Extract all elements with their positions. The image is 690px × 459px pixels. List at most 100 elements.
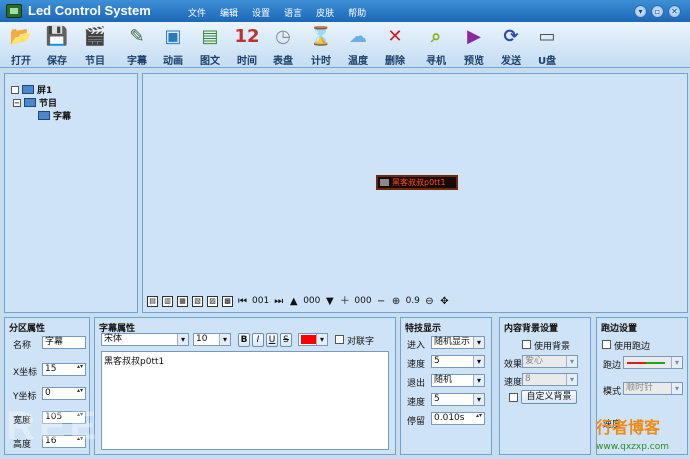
minimize-icon[interactable]: ▾ bbox=[634, 5, 647, 18]
toolbar-image-text-button[interactable]: ▤ 图文 bbox=[193, 24, 227, 67]
toolbar-preview-button[interactable]: ▶ 预览 bbox=[457, 24, 491, 67]
toolbar-label: 保存 bbox=[47, 56, 67, 67]
menu-bar: 文件 编辑 设置 语言 皮肤 帮助 bbox=[188, 6, 366, 19]
close-icon[interactable]: ✕ bbox=[668, 5, 681, 18]
last-icon[interactable]: ⏭ bbox=[273, 296, 284, 307]
toolbar-save-button[interactable]: 💾 保存 bbox=[40, 24, 74, 67]
minus-icon[interactable]: − bbox=[376, 296, 387, 307]
toolbar-label: 动画 bbox=[163, 56, 183, 67]
zoom-out-icon[interactable]: ⊖ bbox=[424, 296, 435, 307]
toolbar-hourglass-button[interactable]: ⌛ 计时 bbox=[304, 24, 338, 67]
first-icon[interactable]: ⏮ bbox=[237, 296, 248, 307]
strike-button[interactable]: S bbox=[280, 333, 292, 347]
layout-2-icon[interactable]: ▥ bbox=[162, 295, 173, 307]
plus-icon[interactable]: ＋ bbox=[339, 296, 350, 307]
exit-effect-select[interactable]: 随机 bbox=[431, 374, 485, 387]
menu-help[interactable]: 帮助 bbox=[348, 6, 366, 19]
zoom-in-icon[interactable]: ⊕ bbox=[391, 296, 402, 307]
name-field[interactable]: 字幕 bbox=[42, 336, 86, 349]
toolbar-label: 字幕 bbox=[127, 56, 147, 67]
toolbar-clock-button[interactable]: ◷ 表盘 bbox=[266, 24, 300, 67]
step-value: 000 bbox=[303, 296, 321, 306]
tree-screen[interactable]: 屏1 bbox=[11, 83, 52, 96]
underline-button[interactable]: U bbox=[266, 333, 278, 347]
font-size-select[interactable]: 10 bbox=[193, 333, 231, 346]
app-title: Led Control System bbox=[28, 3, 151, 18]
screen-icon bbox=[22, 85, 34, 94]
bg-effect-select[interactable]: 爱心 bbox=[522, 355, 578, 368]
tree-program[interactable]: − 节目 bbox=[13, 96, 57, 109]
program-tree[interactable]: 屏1 − 节目 字幕 bbox=[4, 73, 138, 313]
toolbar-calendar-button[interactable]: 12 时间 bbox=[230, 24, 264, 67]
toolbar-send-button[interactable]: ⟳ 发送 bbox=[494, 24, 528, 67]
save-icon: 💾 bbox=[45, 26, 69, 47]
send-icon: ⟳ bbox=[503, 26, 519, 47]
menu-edit[interactable]: 编辑 bbox=[220, 6, 238, 19]
toolbar-weather-button[interactable]: ☁ 温度 bbox=[341, 24, 375, 67]
x-field[interactable]: 15 bbox=[42, 363, 86, 376]
toolbar-program-button[interactable]: 🎬 节目 bbox=[78, 24, 112, 67]
image-text-icon: ▤ bbox=[201, 26, 219, 47]
freebuf-watermark: REEBUF bbox=[6, 404, 195, 448]
menu-settings[interactable]: 设置 bbox=[252, 6, 270, 19]
led-preview-area[interactable]: 黑客叔叔p0tt1 bbox=[376, 175, 458, 190]
custom-background-button[interactable]: 自定义背景 bbox=[521, 390, 577, 404]
toolbar-search-device-button[interactable]: ⌕ 寻机 bbox=[419, 24, 453, 67]
multiline-checkbox[interactable] bbox=[335, 335, 344, 344]
background-panel: 内容背景设置 使用背景 效果 爱心 速度 8 自定义背景 bbox=[499, 317, 591, 455]
menu-skin[interactable]: 皮肤 bbox=[316, 6, 334, 19]
tree-program-label: 节目 bbox=[39, 99, 58, 109]
toolbar-delete-button[interactable]: ✕ 删除 bbox=[378, 24, 412, 67]
custom-bg-checkbox[interactable] bbox=[509, 393, 518, 402]
zoom-value: 0.9 bbox=[405, 296, 420, 306]
center-icon[interactable]: ✥ bbox=[439, 296, 450, 307]
animation-icon: ▣ bbox=[164, 26, 182, 47]
preview-icon: ▶ bbox=[467, 26, 481, 47]
app-logo-icon bbox=[6, 4, 22, 18]
size-value: 000 bbox=[354, 296, 372, 306]
tree-subtitle[interactable]: 字幕 bbox=[38, 109, 71, 122]
border-title: 跑边设置 bbox=[601, 324, 638, 334]
preview-canvas[interactable]: 黑客叔叔p0tt1 ▤ ▥ ▦ ▧ ▨ ▩ ⏮ 001 ⏭ ▲ 000 ▼ ＋ … bbox=[142, 73, 688, 313]
multiline-label: 对联字 bbox=[347, 337, 375, 347]
use-background-checkbox[interactable] bbox=[522, 340, 531, 349]
border-style-select[interactable] bbox=[623, 356, 683, 369]
collapse-icon[interactable]: − bbox=[13, 98, 21, 107]
text-color-select[interactable] bbox=[298, 333, 328, 346]
toolbar-usb-drive-button[interactable]: ▭ U盘 bbox=[530, 24, 564, 67]
layout-4-icon[interactable]: ▧ bbox=[192, 295, 203, 307]
up-icon[interactable]: ▲ bbox=[288, 296, 299, 307]
toolbar-label: 时间 bbox=[237, 56, 257, 67]
effects-panel: 特技显示 进入 随机显示 速度 5 退出 随机 速度 5 停留 0.010s bbox=[400, 317, 492, 455]
enter-speed-select[interactable]: 5 bbox=[431, 355, 485, 368]
menu-file[interactable]: 文件 bbox=[188, 6, 206, 19]
stay-time-field[interactable]: 0.010s bbox=[431, 412, 485, 425]
layout-1-icon[interactable]: ▤ bbox=[147, 295, 158, 307]
subtitle-area-icon bbox=[38, 111, 50, 120]
toolbar-folder-open-button[interactable]: 📂 打开 bbox=[4, 24, 38, 67]
checkbox-icon[interactable] bbox=[11, 85, 19, 94]
toolbar-subtitle-button[interactable]: ✎ 字幕 bbox=[120, 24, 154, 67]
toolbar-label: U盘 bbox=[537, 56, 557, 67]
exit-speed-select[interactable]: 5 bbox=[431, 393, 485, 406]
bold-button[interactable]: B bbox=[238, 333, 250, 347]
layout-6-icon[interactable]: ▩ bbox=[222, 295, 233, 307]
delete-icon: ✕ bbox=[387, 26, 403, 47]
italic-button[interactable]: I bbox=[252, 333, 264, 347]
border-mode-select[interactable]: 顺时针 bbox=[623, 382, 683, 395]
layout-5-icon[interactable]: ▨ bbox=[207, 295, 218, 307]
y-field[interactable]: 0 bbox=[42, 387, 86, 400]
toolbar-label: 寻机 bbox=[426, 56, 446, 67]
restore-icon[interactable]: ▫ bbox=[651, 5, 664, 18]
toolbar-animation-button[interactable]: ▣ 动画 bbox=[156, 24, 190, 67]
enter-effect-select[interactable]: 随机显示 bbox=[431, 336, 485, 349]
layout-3-icon[interactable]: ▦ bbox=[177, 295, 188, 307]
use-border-checkbox[interactable] bbox=[602, 340, 611, 349]
font-family-select[interactable]: 宋体 bbox=[101, 333, 189, 346]
search-device-icon: ⌕ bbox=[430, 26, 442, 47]
menu-language[interactable]: 语言 bbox=[284, 6, 302, 19]
down-icon[interactable]: ▼ bbox=[324, 296, 335, 307]
toolbar-label: 删除 bbox=[385, 56, 405, 67]
x-label: X坐标 bbox=[13, 368, 38, 378]
bg-speed-select[interactable]: 8 bbox=[522, 373, 578, 386]
